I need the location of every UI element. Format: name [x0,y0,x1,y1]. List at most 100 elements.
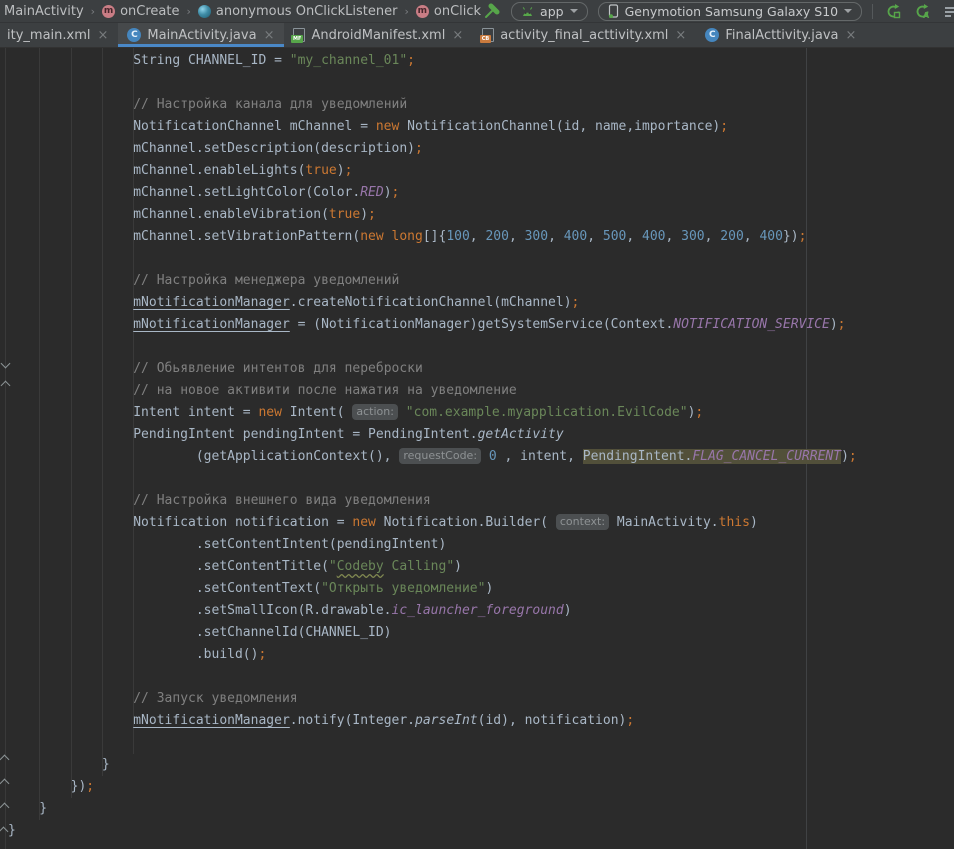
code-token [8,383,133,398]
code-line[interactable]: NotificationChannel mChannel = new Notif… [8,116,954,138]
code-line[interactable]: } [8,754,954,776]
code-token: ; [838,317,846,332]
code-line[interactable]: Intent intent = new Intent( action: "com… [8,402,954,424]
code-line[interactable]: mChannel.enableLights(true); [8,160,954,182]
code-editor[interactable]: String CHANNEL_ID = "my_channel_01"; // … [0,48,954,849]
tab-mainactivity-java[interactable]: CMainActivity.java× [118,23,284,47]
code-token: ic_launcher_foreground [392,603,564,618]
code-line[interactable]: mChannel.setLightColor(Color.RED); [8,182,954,204]
code-line[interactable]: mNotificationManager = (NotificationMana… [8,314,954,336]
apply-code-changes-icon[interactable]: A [912,1,932,21]
manifest-file-icon [293,28,305,42]
code-token: ; [799,229,807,244]
output-list-icon[interactable] [941,1,954,21]
code-token: = (NotificationManager)getSystemService(… [290,317,674,332]
svg-text:A: A [923,11,930,20]
code-line[interactable] [8,248,954,270]
code-token: new [352,515,375,530]
tab-finalacttivity-java[interactable]: C FinalActtivity.java × [696,23,866,47]
code-token: .createNotificationChannel(mChannel) [290,295,572,310]
code-line[interactable]: String CHANNEL_ID = "my_channel_01"; [8,50,954,72]
breadcrumb-separator: › [90,5,96,18]
code-token [384,229,392,244]
code-token: ; [368,207,376,222]
tab-activity-main-xml[interactable]: ity_main.xml× [0,23,118,47]
close-icon[interactable]: × [451,29,464,42]
parameter-hint: context: [556,514,609,530]
breadcrumb-item-onclick[interactable]: monClick [416,4,481,19]
code-line[interactable]: .setContentText("Открыть уведомление") [8,578,954,600]
parameter-hint: action: [352,404,398,420]
android-robot-icon [521,6,534,17]
build-hammer-icon[interactable] [481,1,501,21]
apply-changes-icon[interactable] [883,1,903,21]
code-line[interactable] [8,468,954,490]
code-token: , [548,229,564,244]
code-token: Intent( [282,405,352,420]
breadcrumb-item-anonymous-onclicklistener[interactable]: anonymous OnClickListener [198,4,398,19]
code-line[interactable]: (getApplicationContext(), requestCode: 0… [8,446,954,468]
code-token: 100 [446,229,469,244]
code-line[interactable] [8,72,954,94]
parameter-hint: requestCode: [399,448,481,464]
close-icon[interactable]: × [674,29,687,42]
code-line[interactable]: mChannel.enableVibration(true); [8,204,954,226]
code-line[interactable] [8,666,954,688]
code-token: mNotificationManager [133,713,290,728]
code-line[interactable]: // Настройка внешнего вида уведомления [8,490,954,512]
code-line[interactable]: mChannel.setDescription(description); [8,138,954,160]
code-line[interactable]: // Запуск уведомления [8,688,954,710]
code-line[interactable]: // Настройка канала для уведомлений [8,94,954,116]
code-token [8,361,133,376]
code-token: NOTIFICATION_SERVICE [673,317,830,332]
editor-tabs: ity_main.xml×CMainActivity.java×AndroidM… [0,23,954,48]
code-token: new [258,405,281,420]
tab-label: FinalActtivity.java [725,28,838,43]
code-line[interactable]: // Настройка менеджера уведомлений [8,270,954,292]
code-line[interactable]: .build(); [8,644,954,666]
close-icon[interactable]: × [263,29,276,42]
code-line[interactable]: PendingIntent pendingIntent = PendingInt… [8,424,954,446]
code-area[interactable]: String CHANNEL_ID = "my_channel_01"; // … [0,48,954,849]
code-line[interactable]: mNotificationManager.createNotificationC… [8,292,954,314]
code-token: new [376,119,399,134]
code-token: FLAG_CANCEL_CURRENT [692,449,841,464]
code-token: .setContentTitle( [8,559,329,574]
code-line[interactable]: .setSmallIcon(R.drawable.ic_launcher_for… [8,600,954,622]
tab-androidmanifest-xml[interactable]: AndroidManifest.xml× [284,23,473,47]
breadcrumb-item-oncreate[interactable]: monCreate [102,4,179,19]
code-token: , [744,229,760,244]
java-class-icon: C [705,28,719,42]
run-configuration-selector[interactable]: app [511,2,588,21]
code-token: ; [720,119,728,134]
device-selector[interactable]: Genymotion Samsung Galaxy S10 [598,2,863,21]
breadcrumb-label: onClick [434,4,481,19]
code-line[interactable]: // Обьявление интентов для переброски [8,358,954,380]
code-token: mChannel.setVibrationPattern( [8,229,360,244]
code-line[interactable]: } [8,820,954,842]
tab-activity-final-acttivity-xml[interactable]: activity_final_acttivity.xml× [473,23,696,47]
code-line[interactable]: Notification notification = new Notifica… [8,512,954,534]
code-line[interactable]: mNotificationManager.notify(Integer.pars… [8,710,954,732]
code-token: 300 [525,229,548,244]
code-token: NotificationChannel mChannel = [8,119,376,134]
code-token: Notification.Builder( [376,515,556,530]
code-token: []{ [423,229,446,244]
code-line[interactable]: mChannel.setVibrationPattern(new long[]{… [8,226,954,248]
code-line[interactable]: }); [8,776,954,798]
close-icon[interactable]: × [96,29,109,42]
code-line[interactable]: } [8,798,954,820]
code-line[interactable]: // на новое активити после нажатия на ув… [8,380,954,402]
breadcrumb-item-mainactivity[interactable]: MainActivity [4,4,84,19]
code-line[interactable] [8,732,954,754]
code-line[interactable]: .setChannelId(CHANNEL_ID) [8,622,954,644]
code-token [8,273,133,288]
code-token: ; [572,295,580,310]
close-icon[interactable]: × [845,29,858,42]
code-token: 400 [564,229,587,244]
code-line[interactable]: .setContentTitle("Codeby Calling") [8,556,954,578]
chevron-down-icon [844,9,852,13]
code-line[interactable]: .setContentIntent(pendingIntent) [8,534,954,556]
code-token: true [305,163,336,178]
code-line[interactable] [8,336,954,358]
